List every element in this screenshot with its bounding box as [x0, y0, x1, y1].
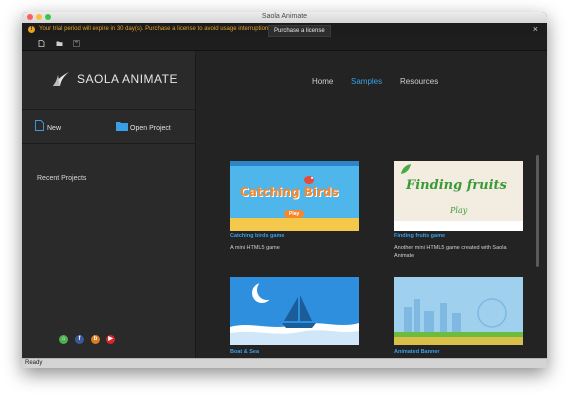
new-document-icon [35, 120, 44, 131]
sample-title-boat-sea[interactable]: Boat & Sea [230, 349, 259, 355]
community-icon[interactable]: ⌂ [59, 335, 68, 344]
tab-resources[interactable]: Resources [400, 77, 438, 86]
samples-scrollbar[interactable] [536, 155, 539, 267]
trial-banner: ! Your trial period will expire in 30 da… [22, 23, 547, 37]
blog-icon[interactable]: b [91, 335, 100, 344]
sidebar: SAOLA ANIMATE New Open Project Recent Pr… [22, 51, 196, 358]
boat-sea-art [230, 280, 359, 345]
toolbar [22, 37, 547, 51]
sample-title-finding-fruits[interactable]: Finding fruits game [394, 233, 445, 239]
folder-icon [116, 122, 128, 131]
new-label: New [47, 125, 62, 132]
new-file-icon[interactable] [38, 40, 45, 47]
sample-title-animated-banner[interactable]: Animated Banner [394, 349, 440, 355]
window-title: Saola Animate [261, 13, 308, 20]
purchase-license-button[interactable]: Purchase a license [268, 25, 331, 37]
sample-thumbnail-animated-banner[interactable] [394, 277, 523, 345]
facebook-icon[interactable]: f [75, 335, 84, 344]
community-glyph: ⌂ [61, 336, 66, 342]
tab-samples[interactable]: Samples [351, 77, 382, 86]
app-logo: SAOLA ANIMATE [51, 68, 177, 94]
facebook-glyph: f [78, 336, 81, 342]
title-bar: Saola Animate [22, 12, 547, 23]
catching-birds-play: Play [284, 210, 305, 218]
youtube-glyph: ▶ [108, 336, 113, 342]
open-folder-icon[interactable] [56, 40, 63, 47]
tab-home[interactable]: Home [312, 77, 333, 86]
sidebar-divider [22, 109, 195, 110]
save-icon[interactable] [73, 40, 80, 47]
catching-birds-art-text: Catching Birds [240, 185, 339, 199]
app-window: Saola Animate ! Your trial period will e… [22, 12, 547, 368]
status-text: Ready [25, 360, 43, 366]
sample-thumbnail-finding-fruits[interactable]: Finding fruits Play [394, 161, 523, 231]
status-bar: Ready [22, 358, 547, 368]
new-project-button[interactable]: New [35, 120, 75, 134]
saola-logo-icon [53, 72, 69, 86]
sample-thumbnail-catching-birds[interactable]: Catching Birds Play [230, 161, 359, 231]
sample-title-catching-birds[interactable]: Catching birds game [230, 233, 284, 239]
blog-glyph: b [93, 336, 98, 342]
open-project-label: Open Project [130, 125, 171, 132]
city-skyline-art [394, 298, 523, 345]
trial-message: Your trial period will expire in 30 day(… [39, 26, 270, 32]
logo-text: SAOLA ANIMATE [77, 72, 178, 86]
leaf-icon [401, 164, 411, 174]
sample-desc-finding-fruits: Another mini HTML5 game created with Sao… [394, 245, 507, 259]
main-panel: Home Samples Resources Catching Birds Pl… [196, 51, 547, 358]
sample-desc-catching-birds: A mini HTML5 game [230, 245, 280, 251]
bird-icon [304, 176, 314, 184]
sidebar-divider [22, 143, 195, 144]
finding-fruits-play: Play [450, 206, 468, 215]
youtube-icon[interactable]: ▶ [106, 335, 115, 344]
finding-fruits-art-text: Finding fruits [406, 178, 507, 193]
recent-projects-title: Recent Projects [37, 175, 87, 182]
close-banner-icon[interactable]: × [533, 24, 538, 34]
sample-thumbnail-boat-sea[interactable] [230, 277, 359, 345]
warning-icon: ! [28, 26, 35, 33]
open-project-button[interactable]: Open Project [116, 120, 186, 134]
